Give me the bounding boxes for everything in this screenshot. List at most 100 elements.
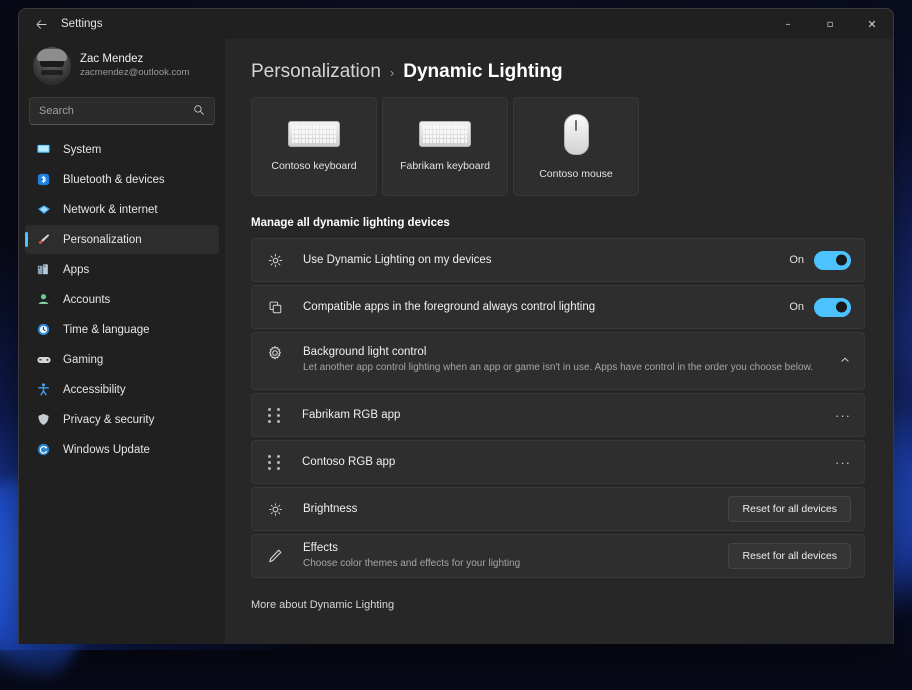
setting-subtitle: Choose color themes and effects for your… <box>303 558 521 570</box>
setting-subtitle: Let another app control lighting when an… <box>303 361 814 373</box>
setting-title: Background light control <box>303 346 427 358</box>
shield-icon <box>35 411 52 428</box>
pencil-effects-icon <box>265 548 285 564</box>
reset-effects-button[interactable]: Reset for all devices <box>728 543 851 569</box>
gamepad-icon <box>35 351 52 368</box>
sidebar-item-time-language[interactable]: Time & language <box>25 315 219 344</box>
search-input[interactable] <box>39 105 193 117</box>
toggle-group[interactable]: On <box>789 297 851 317</box>
sidebar-item-label: Accessibility <box>63 383 126 396</box>
sidebar-item-accounts[interactable]: Accounts <box>25 285 219 314</box>
keyboard-icon <box>288 121 340 147</box>
setting-row-dynamic-lighting[interactable]: Use Dynamic Lighting on my devices On <box>251 238 865 282</box>
chevron-up-icon[interactable] <box>839 354 851 369</box>
back-button[interactable] <box>27 11 55 37</box>
setting-title: Compatible apps in the foreground always… <box>303 300 596 313</box>
sidebar-nav: System Bluetooth & devices Network & int… <box>25 135 219 464</box>
toggle-switch[interactable] <box>814 297 851 317</box>
sidebar-item-label: Time & language <box>63 323 150 336</box>
window-titlebar: Settings – ▫ ✕ <box>19 9 893 39</box>
bluetooth-icon <box>35 171 52 188</box>
system-icon <box>35 141 52 158</box>
toggle-state-label: On <box>789 301 804 313</box>
sidebar-item-personalization[interactable]: Personalization <box>25 225 219 254</box>
page-title: Dynamic Lighting <box>403 61 563 82</box>
sidebar-item-label: Privacy & security <box>63 413 155 426</box>
more-about-link[interactable]: More about Dynamic Lighting <box>251 599 394 611</box>
gear-icon <box>265 345 285 361</box>
paintbrush-icon <box>35 231 52 248</box>
sidebar-item-label: Windows Update <box>63 443 150 456</box>
sidebar: Zac Mendez zacmendez@outlook.com Search … <box>19 39 225 644</box>
account-email: zacmendez@outlook.com <box>80 67 190 79</box>
more-options-icon[interactable]: ··· <box>825 408 851 423</box>
sidebar-item-system[interactable]: System <box>25 135 219 164</box>
close-button[interactable]: ✕ <box>851 9 893 39</box>
device-card[interactable]: Fabrikam keyboard <box>382 97 508 196</box>
minimize-button[interactable]: – <box>767 9 809 39</box>
content-area: Personalization › Dynamic Lighting Conto… <box>225 39 893 644</box>
accounts-icon <box>35 291 52 308</box>
apps-icon <box>35 261 52 278</box>
chevron-right-icon: › <box>389 65 395 80</box>
app-list-item[interactable]: Contoso RGB app ··· <box>251 440 865 484</box>
foreground-apps-icon <box>265 300 285 315</box>
breadcrumb-parent[interactable]: Personalization <box>251 61 381 83</box>
search-box[interactable] <box>29 97 215 125</box>
setting-title: Use Dynamic Lighting on my devices <box>303 253 492 266</box>
device-card[interactable]: Contoso keyboard <box>251 97 377 196</box>
device-label: Contoso mouse <box>539 167 613 180</box>
toggle-group[interactable]: On <box>789 250 851 270</box>
sidebar-item-apps[interactable]: Apps <box>25 255 219 284</box>
accessibility-icon <box>35 381 52 398</box>
app-name: Fabrikam RGB app <box>302 408 401 421</box>
sidebar-item-accessibility[interactable]: Accessibility <box>25 375 219 404</box>
setting-row-background-light-control[interactable]: Background light control Let another app… <box>251 332 865 390</box>
setting-title: Effects <box>303 542 338 555</box>
sidebar-item-label: Personalization <box>63 233 142 246</box>
network-icon <box>35 201 52 218</box>
setting-row-foreground-apps[interactable]: Compatible apps in the foreground always… <box>251 285 865 329</box>
setting-row-effects[interactable]: Effects Choose color themes and effects … <box>251 534 865 578</box>
sidebar-item-label: Bluetooth & devices <box>63 173 165 186</box>
keyboard-icon <box>419 121 471 147</box>
maximize-button[interactable]: ▫ <box>809 9 851 39</box>
app-name: Contoso RGB app <box>302 455 396 468</box>
back-arrow-icon <box>35 19 46 29</box>
reset-brightness-button[interactable]: Reset for all devices <box>728 496 851 522</box>
setting-row-brightness[interactable]: Brightness Reset for all devices <box>251 487 865 531</box>
device-label: Fabrikam keyboard <box>400 160 490 172</box>
sidebar-item-privacy-security[interactable]: Privacy & security <box>25 405 219 434</box>
breadcrumb: Personalization › Dynamic Lighting <box>251 39 865 97</box>
setting-title: Brightness <box>303 502 358 515</box>
update-icon <box>35 441 52 458</box>
account-name: Zac Mendez <box>80 52 144 65</box>
lighting-sparkle-icon <box>265 253 285 268</box>
section-header: Manage all dynamic lighting devices <box>251 217 450 229</box>
sidebar-item-bluetooth-devices[interactable]: Bluetooth & devices <box>25 165 219 194</box>
settings-window: Settings – ▫ ✕ Zac Mendez zacmendez@outl… <box>18 8 894 644</box>
more-options-icon[interactable]: ··· <box>825 455 851 470</box>
app-list-item[interactable]: Fabrikam RGB app ··· <box>251 393 865 437</box>
window-controls: – ▫ ✕ <box>767 9 893 39</box>
mouse-icon <box>563 113 589 155</box>
toggle-switch[interactable] <box>814 250 851 270</box>
toggle-state-label: On <box>789 254 804 266</box>
sidebar-item-gaming[interactable]: Gaming <box>25 345 219 374</box>
sidebar-item-label: Apps <box>63 263 90 276</box>
search-icon <box>193 104 205 119</box>
drag-handle-icon[interactable] <box>268 407 282 423</box>
sidebar-item-network-internet[interactable]: Network & internet <box>25 195 219 224</box>
clock-icon <box>35 321 52 338</box>
avatar <box>33 47 71 85</box>
device-card-list: Contoso keyboard Fabrikam keyboard Conto… <box>251 97 865 196</box>
brightness-sun-icon <box>265 502 285 517</box>
device-label: Contoso keyboard <box>271 160 357 172</box>
sidebar-item-label: System <box>63 143 102 156</box>
drag-handle-icon[interactable] <box>268 454 282 470</box>
sidebar-item-label: Accounts <box>63 293 111 306</box>
window-title: Settings <box>61 18 103 30</box>
sidebar-item-windows-update[interactable]: Windows Update <box>25 435 219 464</box>
device-card[interactable]: Contoso mouse <box>513 97 639 196</box>
account-block[interactable]: Zac Mendez zacmendez@outlook.com <box>25 39 219 95</box>
